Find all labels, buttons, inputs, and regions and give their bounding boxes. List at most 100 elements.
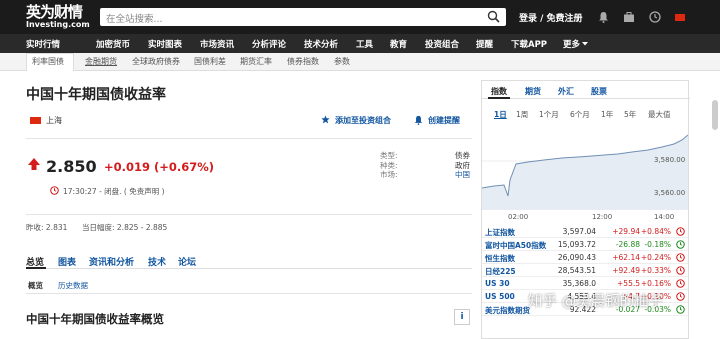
quote-name[interactable]: 恒生指数 — [485, 253, 515, 264]
rp-tab-stocks[interactable]: 股票 — [591, 86, 607, 97]
subnav-financial-futures[interactable]: 金融期货 — [85, 56, 117, 67]
login-register-link[interactable]: 登录 / 免费注册 — [519, 11, 583, 24]
nav-realtime-charts[interactable]: 实时图表 — [148, 38, 182, 50]
rp-tab-indices[interactable]: 指数 — [491, 86, 507, 97]
page-title: 中国十年期国债收益率 — [26, 87, 166, 103]
rp-tab-futures[interactable]: 期货 — [525, 86, 541, 97]
watermark: 知乎 @吴晨钢的柚子 — [528, 294, 664, 310]
quote-price: 26,090.43 — [557, 253, 596, 262]
range-1w[interactable]: 1周 — [516, 109, 528, 120]
clock-icon — [676, 279, 685, 288]
tab-chart[interactable]: 图表 — [58, 255, 76, 268]
nav-download-app[interactable]: 下载APP — [511, 38, 547, 50]
subnav-bond-spreads[interactable]: 国债利差 — [194, 56, 226, 67]
subnav-bond-indices[interactable]: 债券指数 — [287, 56, 319, 67]
quote-change: +29.94 — [612, 227, 640, 236]
nav-portfolio[interactable]: 投资组合 — [425, 38, 459, 50]
clock-icon — [50, 186, 59, 195]
quote-row[interactable]: 日经225 28,543.51 +92.49 +0.33% — [482, 264, 688, 277]
quote-row[interactable]: 恒生指数 26,090.43 +62.14 +0.24% — [482, 251, 688, 264]
divider — [26, 138, 472, 139]
clock-icon — [676, 227, 685, 236]
clock-icon — [676, 305, 685, 314]
quote-name[interactable]: US 30 — [485, 279, 510, 288]
add-to-portfolio-button[interactable]: 添加至投资组合 — [335, 115, 391, 126]
quote-name[interactable]: 上证指数 — [485, 227, 515, 238]
search-icon[interactable] — [487, 10, 500, 23]
exchange-location: 上海 — [46, 116, 62, 125]
range-1d[interactable]: 1日 — [494, 109, 507, 120]
nav-education[interactable]: 教育 — [390, 38, 407, 50]
quote-price: 3,597.04 — [562, 227, 596, 236]
subnav-global-gov-bonds[interactable]: 全球政府债券 — [132, 56, 180, 67]
tab-forum[interactable]: 论坛 — [178, 255, 196, 268]
bell-icon[interactable] — [414, 115, 423, 125]
mini-chart[interactable]: 3,580.00 3,560.00 02:00 12:00 14:00 — [482, 128, 688, 221]
quote-name[interactable]: 美元指数期货 — [485, 305, 530, 316]
clock-icon — [676, 253, 685, 262]
subtab-overview[interactable]: 概览 — [28, 280, 43, 291]
tab-active-underline — [26, 267, 46, 269]
quote-change: +92.49 — [612, 266, 640, 275]
range-1m[interactable]: 1个月 — [539, 109, 559, 120]
subnav-parameters[interactable]: 参数 — [334, 56, 350, 67]
nav-alerts[interactable]: 提醒 — [476, 38, 493, 50]
tab-news-analysis[interactable]: 资讯和分析 — [89, 255, 134, 268]
rp-tab-divider — [482, 98, 690, 99]
quote-change: +55.5 — [617, 279, 640, 288]
nav-crypto[interactable]: 加密货币 — [96, 38, 130, 50]
quote-name[interactable]: 日经225 — [485, 266, 516, 277]
quote-name[interactable]: 富时中国A50指数 — [485, 240, 546, 251]
nav-analysis[interactable]: 分析评论 — [252, 38, 286, 50]
divider — [26, 293, 472, 294]
quote-change-pct: +0.16% — [640, 279, 671, 288]
nav-realtime-quotes[interactable]: 实时行情 — [26, 38, 60, 50]
quote-row[interactable]: 上证指数 3,597.04 +29.94 +0.84% — [482, 225, 688, 238]
y-tick-label: 3,580.00 — [654, 156, 685, 164]
nav-tools[interactable]: 工具 — [356, 38, 373, 50]
quote-change: -26.88 — [615, 240, 640, 249]
briefcase-icon[interactable] — [623, 11, 635, 23]
last-price: 2.850 — [46, 157, 97, 176]
divider — [26, 214, 472, 215]
site-logo[interactable]: 英为财情 Investing.com — [26, 4, 92, 30]
logo-en: Investing.com — [26, 20, 90, 29]
quote-row[interactable]: US 30 35,368.0 +55.5 +0.16% — [482, 277, 688, 290]
quote-price: 15,093.72 — [557, 240, 596, 249]
scrollbar[interactable] — [712, 100, 718, 130]
quote-name[interactable]: US 500 — [485, 292, 515, 301]
quote-change: +62.14 — [612, 253, 640, 262]
x-tick-label: 12:00 — [592, 213, 612, 221]
chevron-down-icon — [582, 42, 588, 46]
search-input[interactable]: 在全站搜索... — [100, 8, 506, 26]
subnav-futures-fx[interactable]: 期货汇率 — [240, 56, 272, 67]
meta-market-value[interactable]: 中国 — [436, 170, 470, 180]
range-1y[interactable]: 1年 — [601, 109, 613, 120]
range-6m[interactable]: 6个月 — [570, 109, 590, 120]
nav-technical[interactable]: 技术分析 — [304, 38, 338, 50]
nav-more[interactable]: 更多 — [563, 38, 580, 50]
rp-tab-forex[interactable]: 外汇 — [558, 86, 574, 97]
clock-icon[interactable] — [649, 11, 661, 23]
tab-technical[interactable]: 技术 — [148, 255, 166, 268]
sub-nav: 利率国债 金融期货 全球政府债券 国债利差 期货汇率 债券指数 参数 — [0, 53, 720, 71]
quote-row[interactable]: 富时中国A50指数 15,093.72 -26.88 -0.18% — [482, 238, 688, 251]
quote-price: 35,368.0 — [562, 279, 596, 288]
china-flag-icon[interactable] — [675, 14, 685, 21]
meta-type-label: 类型: — [380, 151, 398, 160]
search-placeholder: 在全站搜索... — [106, 14, 163, 25]
price-change: +0.019 (+0.67%) — [104, 160, 215, 174]
quote-price: 28,543.51 — [557, 266, 596, 275]
previous-close: 昨收: 2.831 — [26, 223, 68, 232]
day-range: 当日幅度: 2.825 - 2.885 — [82, 223, 168, 232]
create-alert-button[interactable]: 创建提醒 — [428, 115, 460, 126]
range-5y[interactable]: 5年 — [624, 109, 636, 120]
bell-icon[interactable] — [598, 11, 609, 23]
range-max[interactable]: 最大值 — [648, 109, 671, 120]
nav-market-news[interactable]: 市场资讯 — [200, 38, 234, 50]
star-icon[interactable] — [321, 115, 330, 124]
subtab-historical-data[interactable]: 历史数据 — [58, 280, 88, 291]
subnav-rates-bonds[interactable]: 利率国债 — [32, 56, 64, 67]
last-update-time: 17:30:27 - 闭盘. ( 免责声明 ) — [63, 187, 165, 196]
info-icon[interactable]: i — [454, 309, 470, 325]
